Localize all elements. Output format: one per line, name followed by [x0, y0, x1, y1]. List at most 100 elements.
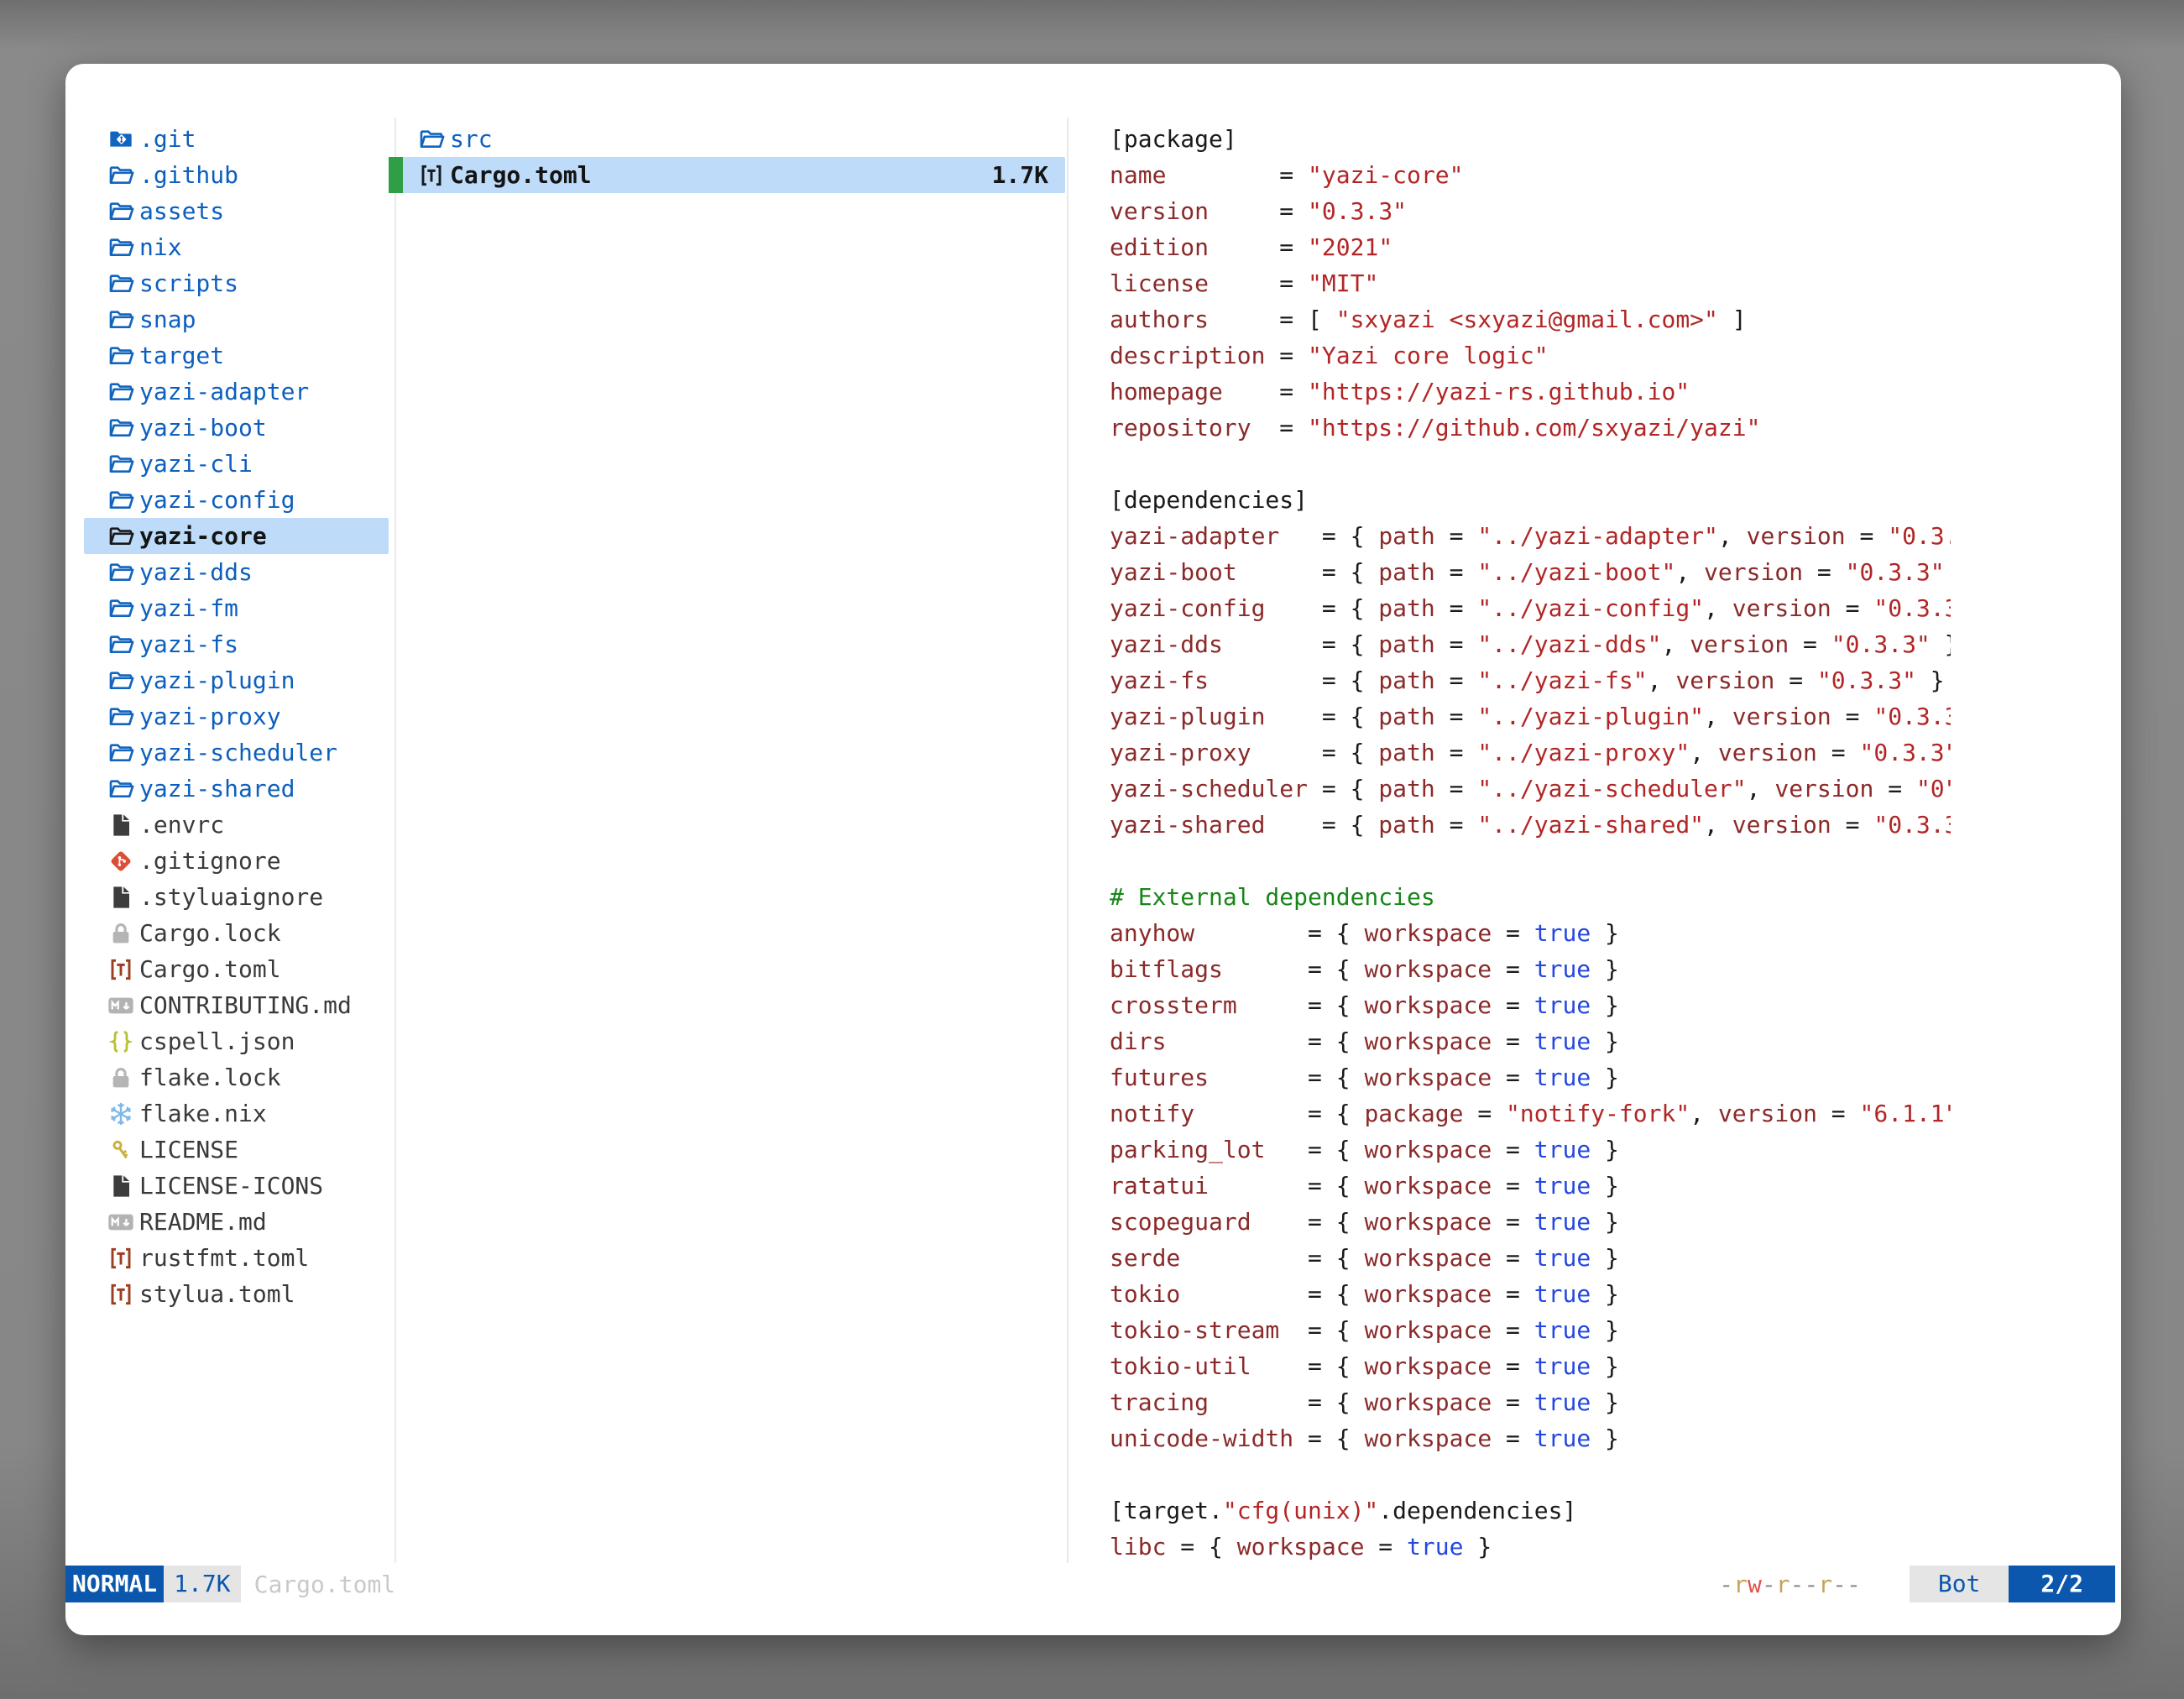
file-name: yazi-config [139, 482, 295, 518]
sidebar-item-cargo-lock[interactable]: Cargo.lock [84, 915, 389, 951]
file-name: Cargo.toml [139, 951, 281, 987]
folder-open-icon [107, 306, 134, 333]
sidebar-item-yazi-plugin[interactable]: yazi-plugin [84, 662, 389, 698]
permissions-text: -rw-r--r-- [1719, 1571, 1861, 1598]
folder-open-icon [107, 595, 134, 622]
file-name: .gitignore [139, 843, 281, 879]
sidebar-item-yazi-proxy[interactable]: yazi-proxy [84, 698, 389, 734]
file-name: LICENSE [139, 1132, 238, 1168]
file-name: snap [139, 301, 196, 337]
folder-open-icon [107, 631, 134, 658]
sidebar-item-yazi-fm[interactable]: yazi-fm [84, 590, 389, 626]
file-name: yazi-boot [139, 410, 267, 446]
markdown-icon [107, 992, 134, 1019]
folder-open-icon [107, 523, 134, 550]
sidebar-item-yazi-scheduler[interactable]: yazi-scheduler [84, 734, 389, 771]
status-bar: NORMAL 1.7K Cargo.toml -rw-r--r-- Bot 2/… [65, 1566, 2115, 1602]
preview-line: bitflags = { workspace = true } [1110, 951, 1951, 987]
preview-line: homepage = "https://yazi-rs.github.io" [1110, 374, 1951, 410]
folder-open-icon [107, 776, 134, 802]
sidebar-item-contributing-md[interactable]: CONTRIBUTING.md [84, 987, 389, 1023]
preview-line: parking_lot = { workspace = true } [1110, 1132, 1951, 1168]
sidebar-item-git[interactable]: .git [84, 121, 389, 157]
file-name: .envrc [139, 807, 224, 843]
markdown-icon [107, 1209, 134, 1236]
snowflake-icon [107, 1100, 134, 1127]
preview-line: license = "MIT" [1110, 265, 1951, 301]
file-name: .github [139, 157, 238, 193]
sidebar-item-yazi-cli[interactable]: yazi-cli [84, 446, 389, 482]
sidebar-item-assets[interactable]: assets [84, 193, 389, 229]
git-icon [107, 848, 134, 875]
sidebar-item-github[interactable]: .github [84, 157, 389, 193]
sidebar-item-yazi-dds[interactable]: yazi-dds [84, 554, 389, 590]
pane-separator-right [1067, 118, 1068, 1563]
preview-line: # External dependencies [1110, 879, 1951, 915]
preview-line: repository = "https://github.com/sxyazi/… [1110, 410, 1951, 446]
preview-pane[interactable]: [package]name = "yazi-core"version = "0.… [1110, 121, 1951, 1569]
preview-line: tracing = { workspace = true } [1110, 1384, 1951, 1420]
sidebar-item-stylua-toml[interactable]: stylua.toml [84, 1276, 389, 1312]
preview-line: futures = { workspace = true } [1110, 1059, 1951, 1095]
sidebar-item-license[interactable]: LICENSE [84, 1132, 389, 1168]
file-name: Cargo.lock [139, 915, 281, 951]
folder-open-icon [107, 703, 134, 730]
file-name: yazi-core [139, 518, 267, 554]
preview-line: libc = { workspace = true } [1110, 1529, 1951, 1565]
braces-icon [107, 1028, 134, 1055]
sidebar-item-scripts[interactable]: scripts [84, 265, 389, 301]
sidebar-item-styluaignore[interactable]: .styluaignore [84, 879, 389, 915]
folder-open-icon [107, 451, 134, 478]
scroll-position-badge: Bot [1910, 1566, 2009, 1602]
file-name: yazi-adapter [139, 374, 309, 410]
file-name: nix [139, 229, 182, 265]
file-name: .styluaignore [139, 879, 323, 915]
file-size: 1.7K [992, 157, 1065, 193]
git-folder-icon [107, 126, 134, 153]
sidebar-item-flake-nix[interactable]: flake.nix [84, 1095, 389, 1132]
preview-line [1110, 1456, 1951, 1493]
folder-open-icon [107, 415, 134, 442]
current-pane[interactable]: srcCargo.toml 1.7K [389, 121, 1065, 193]
toml-icon [418, 162, 445, 189]
sidebar-item-flake-lock[interactable]: flake.lock [84, 1059, 389, 1095]
preview-line: unicode-width = { workspace = true } [1110, 1420, 1951, 1456]
lock-icon [107, 1064, 134, 1091]
sidebar-item-license-icons[interactable]: LICENSE-ICONS [84, 1168, 389, 1204]
preview-line: ratatui = { workspace = true } [1110, 1168, 1951, 1204]
sidebar-item-yazi-core[interactable]: yazi-core [84, 518, 389, 554]
preview-line: tokio-stream = { workspace = true } [1110, 1312, 1951, 1348]
preview-line: anyhow = { workspace = true } [1110, 915, 1951, 951]
current-item-src[interactable]: src [389, 121, 1065, 157]
sidebar-item-yazi-adapter[interactable]: yazi-adapter [84, 374, 389, 410]
parent-pane[interactable]: .git.githubassetsnixscriptssnaptargetyaz… [65, 121, 394, 1312]
preview-line: version = "0.3.3" [1110, 193, 1951, 229]
sidebar-item-snap[interactable]: snap [84, 301, 389, 337]
file-name: .git [139, 121, 196, 157]
preview-line: authors = [ "sxyazi <sxyazi@gmail.com>" … [1110, 301, 1951, 337]
current-item-cargo-toml[interactable]: Cargo.toml 1.7K [389, 157, 1065, 193]
sidebar-item-readme-md[interactable]: README.md [84, 1204, 389, 1240]
sidebar-item-cargo-toml[interactable]: Cargo.toml [84, 951, 389, 987]
sidebar-item-yazi-config[interactable]: yazi-config [84, 482, 389, 518]
sidebar-item-cspell-json[interactable]: cspell.json [84, 1023, 389, 1059]
pane-separator-left [394, 118, 396, 1563]
file-name: yazi-dds [139, 554, 253, 590]
preview-line: yazi-scheduler = { path = "../yazi-sched… [1110, 771, 1951, 807]
file-name: yazi-scheduler [139, 734, 337, 771]
preview-line: yazi-plugin = { path = "../yazi-plugin",… [1110, 698, 1951, 734]
preview-line: tokio = { workspace = true } [1110, 1276, 1951, 1312]
sidebar-item-yazi-shared[interactable]: yazi-shared [84, 771, 389, 807]
sidebar-item-envrc[interactable]: .envrc [84, 807, 389, 843]
sidebar-item-nix[interactable]: nix [84, 229, 389, 265]
folder-open-icon [107, 234, 134, 261]
sidebar-item-gitignore[interactable]: .gitignore [84, 843, 389, 879]
file-name: Cargo.toml [450, 157, 592, 193]
sidebar-item-yazi-boot[interactable]: yazi-boot [84, 410, 389, 446]
yazi-window: .git.githubassetsnixscriptssnaptargetyaz… [65, 64, 2121, 1635]
file-name: yazi-cli [139, 446, 253, 482]
sidebar-item-rustfmt-toml[interactable]: rustfmt.toml [84, 1240, 389, 1276]
sidebar-item-yazi-fs[interactable]: yazi-fs [84, 626, 389, 662]
sidebar-item-target[interactable]: target [84, 337, 389, 374]
file-name: yazi-fs [139, 626, 238, 662]
